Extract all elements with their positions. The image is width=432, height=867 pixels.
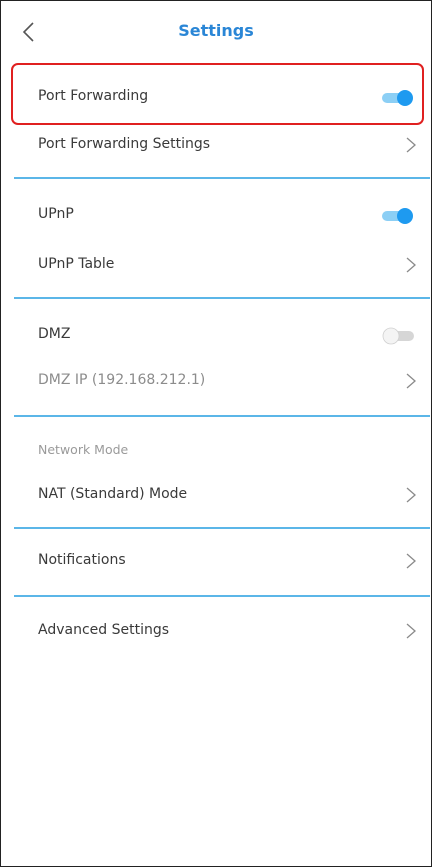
chevron-right-icon	[406, 623, 416, 639]
notifications-row[interactable]: Notifications	[1, 541, 431, 581]
port-forwarding-label: Port Forwarding	[38, 88, 149, 104]
port-forwarding-settings-label: Port Forwarding Settings	[38, 136, 211, 152]
nat-mode-label: NAT (Standard) Mode	[38, 486, 188, 502]
dmz-ip-label: DMZ IP (192.168.212.1)	[38, 372, 206, 388]
upnp-table-label: UPnP Table	[38, 256, 115, 272]
chevron-right-icon	[406, 553, 416, 569]
port-forwarding-settings-row[interactable]: Port Forwarding Settings	[1, 125, 431, 165]
upnp-label: UPnP	[38, 206, 74, 222]
upnp-table-row[interactable]: UPnP Table	[1, 245, 431, 285]
chevron-right-icon	[406, 137, 416, 153]
divider	[14, 297, 430, 299]
dmz-row[interactable]: DMZ	[1, 315, 431, 355]
upnp-toggle[interactable]	[381, 207, 415, 225]
network-mode-section-label: Network Mode	[38, 442, 129, 457]
header: Settings	[1, 1, 431, 61]
dmz-ip-row[interactable]: DMZ IP (192.168.212.1)	[1, 361, 431, 401]
page-title: Settings	[178, 21, 254, 40]
port-forwarding-toggle[interactable]	[381, 89, 415, 107]
divider	[14, 177, 430, 179]
divider	[14, 415, 430, 417]
chevron-right-icon	[406, 373, 416, 389]
dmz-label: DMZ	[38, 326, 71, 342]
settings-screen: Settings Port Forwarding Port Forwarding…	[0, 0, 432, 867]
advanced-settings-row[interactable]: Advanced Settings	[1, 611, 431, 651]
notifications-label: Notifications	[38, 552, 126, 568]
divider	[14, 527, 430, 529]
nat-mode-row[interactable]: NAT (Standard) Mode	[1, 475, 431, 515]
upnp-row[interactable]: UPnP	[1, 195, 431, 235]
chevron-right-icon	[406, 257, 416, 273]
advanced-settings-label: Advanced Settings	[38, 622, 170, 638]
port-forwarding-row[interactable]: Port Forwarding	[1, 77, 431, 117]
dmz-toggle[interactable]	[381, 327, 415, 345]
chevron-right-icon	[406, 487, 416, 503]
divider	[14, 595, 430, 597]
